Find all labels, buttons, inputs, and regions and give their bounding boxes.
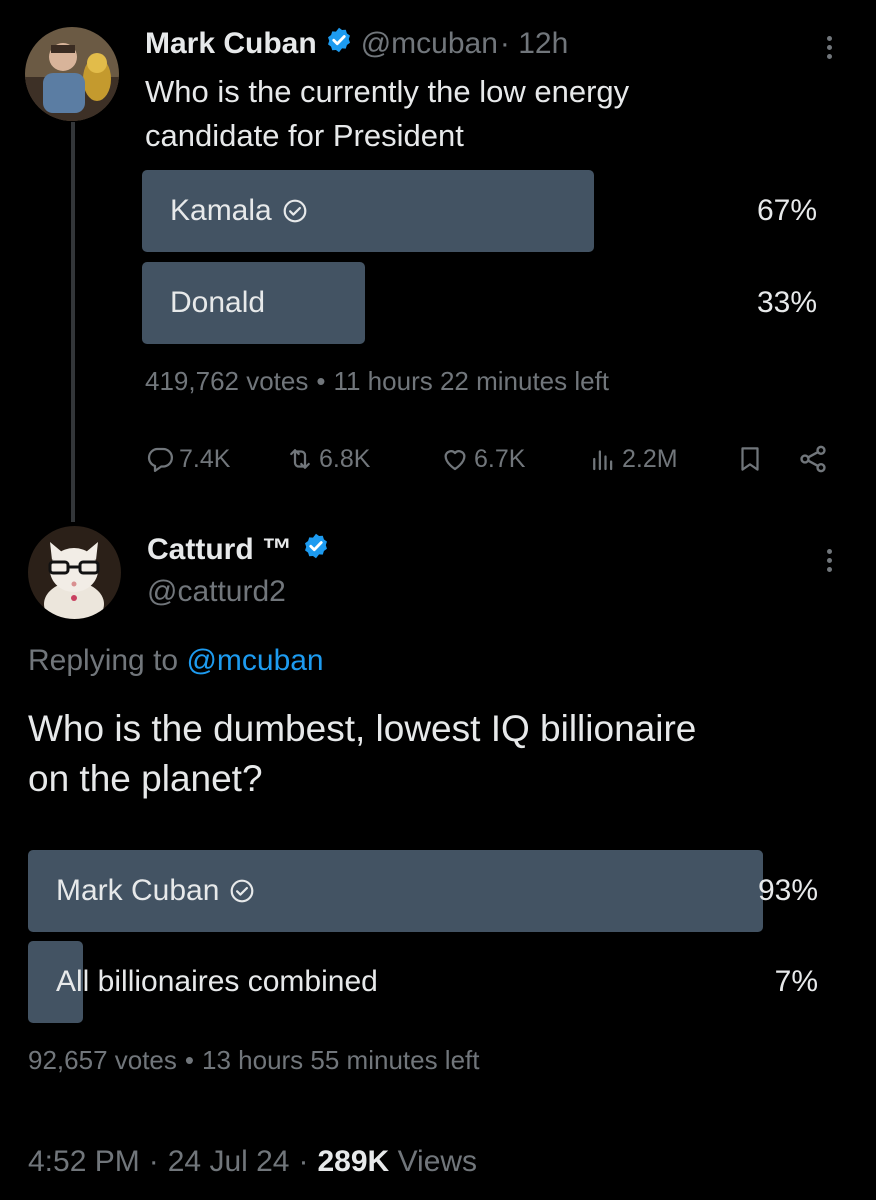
tweet-actions: 7.4K 6.8K 6.7K 2.2M [145, 436, 835, 482]
author-name[interactable]: Mark Cuban [145, 27, 317, 61]
more-options-icon[interactable] [824, 36, 834, 59]
repost-button[interactable]: 6.8K [285, 436, 370, 482]
views-count: 2.2M [622, 444, 678, 473]
post-date[interactable]: 24 Jul 24 [168, 1145, 290, 1179]
poll-option-percent: 33% [756, 286, 817, 319]
like-count: 6.7K [474, 444, 526, 473]
poll-votes: 92,657 votes [28, 1044, 177, 1075]
poll-option-label: Kamala [170, 194, 272, 227]
more-options-icon[interactable] [824, 549, 834, 572]
poll-separator: • [184, 1044, 194, 1075]
poll-option-percent: 7% [774, 965, 818, 998]
footer-dot: · [148, 1145, 159, 1178]
author-handle[interactable]: @mcuban [361, 27, 498, 61]
poll-separator: • [316, 365, 326, 396]
views-chart-icon [588, 444, 618, 474]
tweet-text-line: Who is the currently the low energy [145, 74, 630, 109]
reply-icon [145, 444, 175, 474]
check-circle-icon [282, 198, 308, 224]
poll-option-donald[interactable]: Donald 33% [142, 262, 817, 344]
replying-to-link[interactable]: @mcuban [186, 644, 323, 677]
poll-option-percent: 67% [756, 194, 817, 227]
poll-option-label: Donald [170, 286, 266, 319]
reply-count: 7.4K [179, 444, 231, 473]
avatar-mcuban[interactable] [25, 27, 119, 121]
footer-dot: · [298, 1145, 309, 1178]
poll-option-kamala[interactable]: Kamala 67% [142, 170, 817, 252]
tweet-text-line: candidate for President [145, 118, 464, 153]
tweet-text: Who is the dumbest, lowest IQ billionair… [28, 704, 696, 804]
poll-time-left: 13 hours 55 minutes left [202, 1044, 480, 1075]
like-button[interactable]: 6.7K [440, 436, 525, 482]
views-total-count: 289K [317, 1145, 390, 1178]
verified-badge-icon [302, 532, 330, 568]
check-circle-icon [229, 878, 255, 904]
poll-option-all-billionaires[interactable]: All billionaires combined 7% [28, 941, 818, 1023]
poll-meta: 419,762 votes • 11 hours 22 minutes left [145, 362, 609, 400]
bookmark-icon [735, 444, 765, 474]
views-total[interactable]: 289K Views [318, 1145, 478, 1179]
thread-line [71, 122, 75, 522]
bookmark-button[interactable] [735, 436, 765, 482]
author-name[interactable]: Catturd ™ [147, 533, 292, 567]
replying-to-prefix: Replying to [28, 644, 179, 677]
heart-icon [440, 444, 470, 474]
post-time[interactable]: 4:52 PM [28, 1145, 140, 1179]
reply-button[interactable]: 7.4K [145, 436, 230, 482]
verified-badge-icon [325, 26, 353, 62]
tweet-text-line: Who is the dumbest, lowest IQ billionair… [28, 708, 697, 749]
tweet-footer: 4:52 PM · 24 Jul 24 · 289K Views [28, 1140, 477, 1184]
share-icon [797, 443, 829, 475]
tweet-text: Who is the currently the low energy cand… [145, 70, 629, 158]
poll-option-label: All billionaires combined [56, 965, 378, 998]
avatar-catturd[interactable] [28, 526, 121, 619]
poll-time-left: 11 hours 22 minutes left [333, 365, 610, 396]
author-handle[interactable]: @catturd2 [147, 572, 286, 612]
replying-to: Replying to @mcuban [28, 640, 324, 682]
tweet-time[interactable]: · 12h [500, 27, 568, 61]
poll-option-label: Mark Cuban [56, 874, 220, 907]
poll-votes: 419,762 votes [145, 365, 309, 396]
repost-icon [285, 444, 315, 474]
views-total-label: Views [397, 1145, 478, 1178]
views-button[interactable]: 2.2M [588, 436, 678, 482]
tweet-text-line: on the planet? [28, 758, 263, 799]
poll-option-mark-cuban[interactable]: Mark Cuban 93% [28, 850, 818, 932]
poll-meta: 92,657 votes • 13 hours 55 minutes left [28, 1041, 480, 1079]
share-button[interactable] [797, 436, 829, 482]
repost-count: 6.8K [319, 444, 371, 473]
poll-option-percent: 93% [757, 874, 818, 907]
